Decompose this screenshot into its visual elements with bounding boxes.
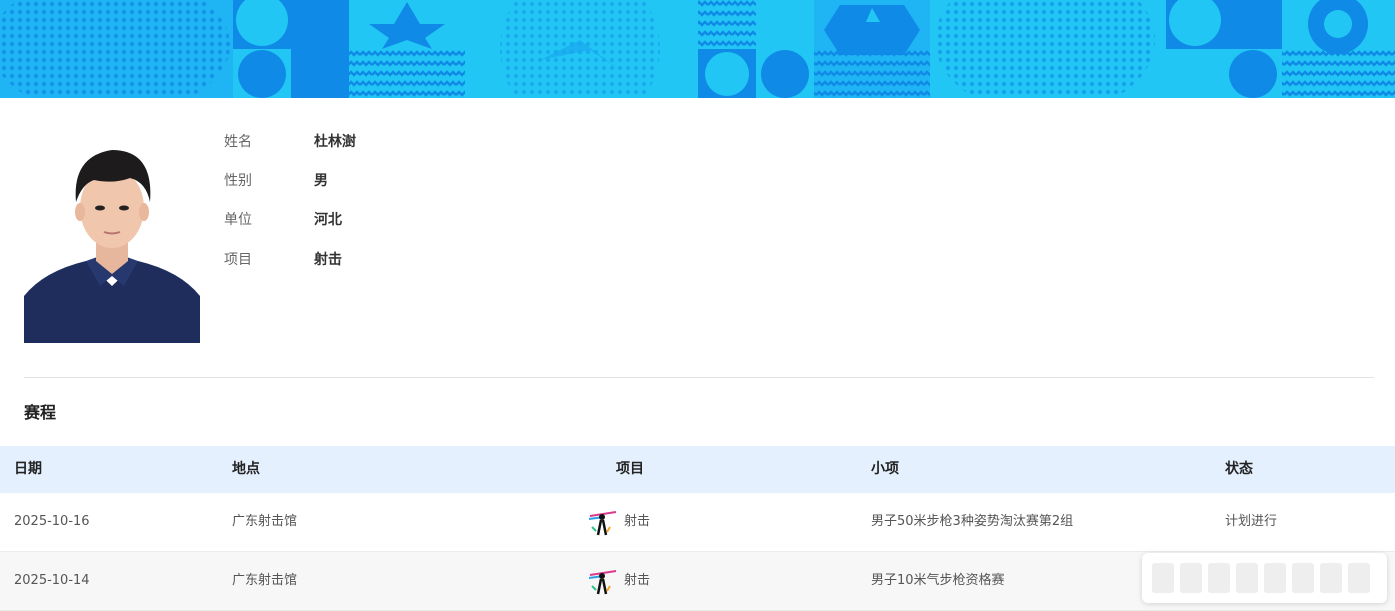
header-banner (0, 0, 1395, 98)
row-venue: 广东射击馆 (232, 514, 298, 529)
toolbar-slot[interactable] (1152, 563, 1174, 593)
column-header-sport: 项目 (616, 461, 644, 477)
toolbar-slot[interactable] (1320, 563, 1342, 593)
row-sport: 射击 (586, 493, 650, 551)
info-row-sport: 项目 射击 (224, 250, 624, 270)
toolbar-slot[interactable] (1180, 563, 1202, 593)
table-header: 日期 地点 项目 小项 状态 (0, 446, 1395, 493)
toolbar-slot[interactable] (1348, 563, 1370, 593)
unit-value: 河北 (314, 212, 342, 228)
portrait-image (24, 136, 200, 343)
name-value: 杜林澍 (314, 134, 356, 150)
toolbar-slot[interactable] (1208, 563, 1230, 593)
column-header-status: 状态 (1225, 461, 1253, 477)
section-divider (24, 377, 1374, 378)
column-header-date: 日期 (14, 461, 42, 477)
row-venue: 广东射击馆 (232, 573, 298, 588)
row-date: 2025-10-14 (14, 573, 90, 588)
row-sport: 射击 (586, 552, 650, 610)
info-row-name: 姓名 杜林澍 (224, 132, 624, 152)
unit-label: 单位 (224, 212, 252, 228)
schedule-title: 赛程 (24, 403, 57, 422)
shooting-icon (588, 570, 617, 595)
banner-pattern (0, 0, 1395, 98)
athlete-photo (24, 136, 200, 343)
toolbar-slot[interactable] (1236, 563, 1258, 593)
table-row[interactable]: 2025-10-16 广东射击馆 射击 男子50米步枪3种姿势淘汰赛第2组 计划… (0, 493, 1395, 552)
sport-value: 射击 (314, 252, 342, 268)
floating-toolbar[interactable] (1142, 553, 1387, 603)
sport-label: 项目 (224, 252, 252, 268)
gender-value: 男 (314, 173, 328, 189)
row-sport-label: 射击 (624, 514, 651, 529)
info-row-unit: 单位 河北 (224, 210, 624, 230)
column-header-event: 小项 (871, 461, 899, 477)
athlete-profile: 姓名 杜林澍 性别 男 单位 河北 项目 射击 (24, 132, 1374, 344)
row-sport-label: 射击 (624, 573, 651, 588)
gender-label: 性别 (224, 173, 252, 189)
toolbar-slot[interactable] (1264, 563, 1286, 593)
row-event: 男子50米步枪3种姿势淘汰赛第2组 (871, 514, 1074, 529)
toolbar-slot[interactable] (1292, 563, 1314, 593)
name-label: 姓名 (224, 134, 252, 150)
shooting-icon (588, 511, 617, 536)
info-row-gender: 性别 男 (224, 171, 624, 191)
row-event: 男子10米气步枪资格赛 (871, 573, 1005, 588)
row-status: 计划进行 (1225, 514, 1278, 529)
column-header-venue: 地点 (232, 461, 260, 477)
row-date: 2025-10-16 (14, 514, 90, 529)
